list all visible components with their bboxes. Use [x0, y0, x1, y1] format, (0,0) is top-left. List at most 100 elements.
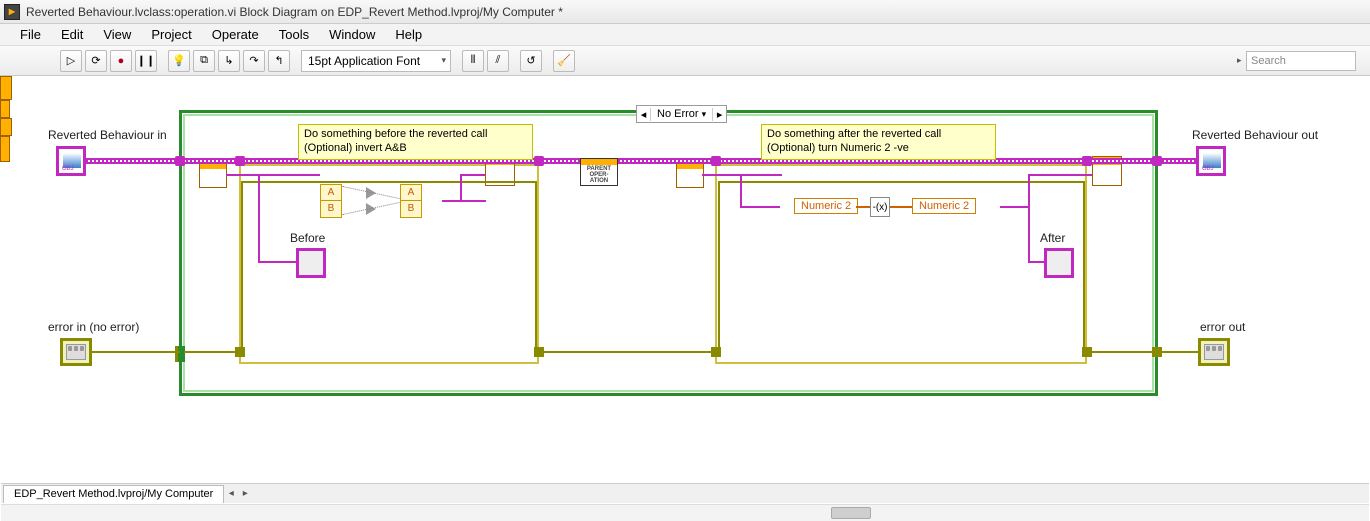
error-wire[interactable]: [241, 181, 243, 353]
run-button[interactable]: ▷: [60, 50, 82, 72]
error-in-terminal[interactable]: [60, 338, 92, 366]
case-selector-terminal-icon[interactable]: [175, 346, 185, 362]
highlight-execution-button[interactable]: 💡: [168, 50, 190, 72]
case-tunnel[interactable]: [1152, 156, 1162, 166]
error-wire[interactable]: [241, 181, 535, 183]
menu-project[interactable]: Project: [141, 25, 201, 44]
comment-text: (Optional) invert A&B: [304, 142, 527, 156]
case-tunnel-error[interactable]: [1152, 347, 1162, 357]
cluster-wire[interactable]: [1028, 261, 1044, 263]
seq-tunnel[interactable]: [1082, 156, 1092, 166]
cluster-wire[interactable]: [258, 261, 296, 263]
bundle-output-icon[interactable]: [0, 136, 10, 162]
before-indicator-label: Before: [290, 231, 325, 245]
menu-operate[interactable]: Operate: [202, 25, 269, 44]
separator: [160, 50, 165, 72]
tab-scroll-right-icon[interactable]: ▸: [238, 488, 252, 499]
error-wire[interactable]: [1083, 181, 1085, 353]
cluster-wire[interactable]: [740, 174, 742, 206]
error-wire[interactable]: [535, 181, 537, 353]
search-input[interactable]: Search: [1246, 51, 1356, 71]
after-indicator-terminal[interactable]: [1044, 248, 1074, 278]
case-next-icon[interactable]: ▸: [712, 108, 726, 121]
seq-tunnel-error[interactable]: [235, 347, 245, 357]
block-diagram-canvas[interactable]: ◂ No Error ▸ Do something before the rev…: [0, 76, 1370, 484]
case-prev-icon[interactable]: ◂: [637, 108, 651, 121]
reorder-button[interactable]: ↺: [520, 50, 542, 72]
step-into-button[interactable]: ↳: [218, 50, 240, 72]
cluster-wire[interactable]: [1028, 174, 1092, 176]
negate-node[interactable]: -(x): [870, 197, 890, 217]
unbundle-node-right[interactable]: [676, 160, 704, 188]
separator: [512, 50, 517, 72]
font-selector[interactable]: 15pt Application Font: [301, 50, 451, 72]
error-wire[interactable]: [184, 351, 241, 353]
horizontal-scrollbar[interactable]: [1, 504, 1369, 521]
cluster-wire[interactable]: [258, 174, 260, 262]
tab-scroll-left-icon[interactable]: ◂: [224, 488, 238, 499]
menu-edit[interactable]: Edit: [51, 25, 93, 44]
case-tunnel[interactable]: [175, 156, 185, 166]
comment-before[interactable]: Do something before the reverted call (O…: [298, 124, 533, 160]
bundle-element-numeric2[interactable]: Numeric 2: [912, 198, 976, 214]
cluster-wire[interactable]: [460, 174, 485, 176]
menu-view[interactable]: View: [93, 25, 141, 44]
numeric-wire[interactable]: [856, 206, 870, 208]
class-wire[interactable]: [86, 158, 1196, 164]
comment-after[interactable]: Do something after the reverted call (Op…: [761, 124, 996, 160]
bundle-input-icon[interactable]: [0, 118, 12, 136]
cluster-wire[interactable]: [740, 206, 780, 208]
step-out-button[interactable]: ↰: [268, 50, 290, 72]
distribute-objects-button[interactable]: ⫽: [487, 50, 509, 72]
seq-tunnel-error[interactable]: [711, 347, 721, 357]
align-objects-button[interactable]: ⫴: [462, 50, 484, 72]
seq-tunnel-error[interactable]: [1082, 347, 1092, 357]
retain-wire-values-button[interactable]: ⧉: [193, 50, 215, 72]
call-parent-method-node[interactable]: PARENT OPER- ATION: [580, 158, 618, 186]
pause-button[interactable]: ❙❙: [135, 50, 157, 72]
case-selector-label[interactable]: No Error: [651, 108, 712, 120]
seq-tunnel[interactable]: [534, 156, 544, 166]
menu-tools[interactable]: Tools: [269, 25, 319, 44]
unbundle-output-icon[interactable]: [0, 100, 10, 118]
abort-button[interactable]: ●: [110, 50, 132, 72]
error-wire[interactable]: [535, 351, 718, 353]
cluster-wire[interactable]: [226, 174, 320, 176]
bundle-output-icon[interactable]: [0, 76, 12, 100]
menu-help[interactable]: Help: [385, 25, 432, 44]
cluster-wire[interactable]: [1028, 174, 1030, 262]
case-selector[interactable]: ◂ No Error ▸: [636, 105, 727, 123]
project-tab[interactable]: EDP_Revert Method.lvproj/My Computer: [3, 485, 224, 503]
class-out-terminal[interactable]: OBJ: [1196, 146, 1226, 176]
before-indicator-terminal[interactable]: [296, 248, 326, 278]
seq-tunnel[interactable]: [711, 156, 721, 166]
flat-sequence-right[interactable]: [715, 164, 1087, 364]
cluster-wire[interactable]: [442, 200, 486, 202]
step-over-button[interactable]: ↷: [243, 50, 265, 72]
menu-file[interactable]: File: [10, 25, 51, 44]
unbundle-node-left[interactable]: [199, 160, 227, 188]
menu-window[interactable]: Window: [319, 25, 385, 44]
class-in-terminal[interactable]: OBJ: [56, 146, 86, 176]
class-in-label: Reverted Behaviour in: [48, 128, 167, 142]
seq-tunnel-error[interactable]: [534, 347, 544, 357]
error-wire[interactable]: [92, 351, 180, 353]
error-out-terminal[interactable]: [1198, 338, 1230, 366]
labview-icon: ▶: [4, 4, 20, 20]
cluster-wire[interactable]: [1000, 206, 1030, 208]
scrollbar-thumb[interactable]: [831, 507, 871, 519]
seq-tunnel[interactable]: [235, 156, 245, 166]
unbundle-by-name-ab[interactable]: A B: [320, 184, 342, 218]
flat-sequence-left[interactable]: [239, 164, 539, 364]
separator: [545, 50, 550, 72]
cleanup-diagram-button[interactable]: 🧹: [553, 50, 575, 72]
cluster-wire[interactable]: [460, 174, 462, 201]
run-continuously-button[interactable]: ⟳: [85, 50, 107, 72]
error-wire[interactable]: [718, 181, 720, 353]
error-wire[interactable]: [1083, 351, 1155, 353]
project-tab-label: EDP_Revert Method.lvproj/My Computer: [14, 488, 213, 500]
bundle-by-name-ab[interactable]: A B: [400, 184, 422, 218]
unbundle-element-numeric2[interactable]: Numeric 2: [794, 198, 858, 214]
cluster-wire[interactable]: [702, 174, 782, 176]
numeric-wire[interactable]: [890, 206, 912, 208]
